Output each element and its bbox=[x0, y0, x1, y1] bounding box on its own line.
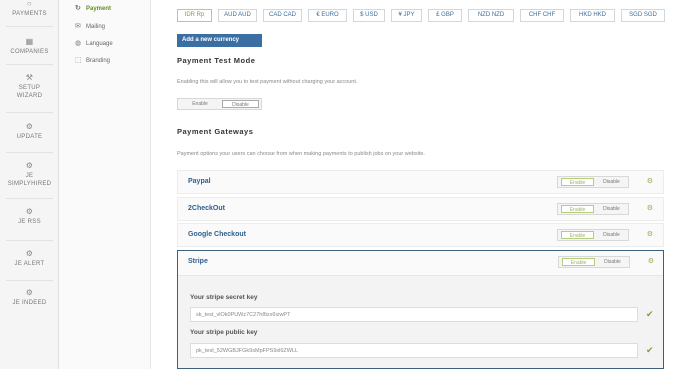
nav-payments[interactable]: ○ PAYMENTS bbox=[0, 0, 59, 18]
gateways-title: Payment Gateways bbox=[177, 127, 254, 136]
refresh-icon: ↻ bbox=[75, 5, 81, 12]
gateway-name: Stripe bbox=[188, 258, 208, 265]
nav-je-indeed[interactable]: ⚙ JE INDEED bbox=[0, 289, 59, 307]
nav-update[interactable]: ⚙ UPDATE bbox=[0, 123, 59, 141]
gateway-toggle[interactable]: Enable Disable bbox=[557, 203, 629, 215]
nav-divider bbox=[6, 280, 53, 281]
gear-icon[interactable]: ⚙ bbox=[647, 204, 653, 212]
gateway-enable-option[interactable]: Enable bbox=[561, 178, 594, 186]
nav-setup-wizard[interactable]: ⚒ SETUP WIZARD bbox=[0, 74, 59, 100]
gateway-disable-option[interactable]: Disable bbox=[596, 178, 627, 186]
subnav-item-language[interactable]: ◍ Language bbox=[75, 39, 113, 49]
gear-icon: ⚙ bbox=[25, 249, 34, 258]
nav-je-rss[interactable]: ⚙ JE RSS bbox=[0, 208, 59, 226]
gateway-disable-option[interactable]: Disable bbox=[596, 205, 627, 213]
currency-chip[interactable]: CHF CHF bbox=[520, 9, 564, 22]
gateway-disable-option[interactable]: Disable bbox=[597, 258, 628, 266]
gateway-toggle[interactable]: Enable Disable bbox=[558, 256, 630, 268]
nav-je-alert[interactable]: ⚙ JE ALERT bbox=[0, 250, 59, 268]
gateway-enable-option[interactable]: Enable bbox=[561, 231, 594, 239]
nav-payments-label: PAYMENTS bbox=[12, 11, 47, 17]
stripe-header: Stripe Enable Disable ⚙ bbox=[178, 251, 663, 276]
subnav-language-label: Language bbox=[86, 41, 113, 47]
gateway-enable-option[interactable]: Enable bbox=[561, 205, 594, 213]
test-mode-enable-option[interactable]: Enable bbox=[181, 100, 219, 108]
subnav-payment-label: Payment bbox=[86, 6, 112, 12]
nav-update-label: UPDATE bbox=[16, 134, 43, 140]
gateway-row-2checkout: 2CheckOut Enable Disable ⚙ bbox=[177, 197, 664, 221]
nav-divider bbox=[6, 64, 53, 65]
gear-icon[interactable]: ⚙ bbox=[647, 177, 653, 185]
gateway-toggle[interactable]: Enable Disable bbox=[557, 229, 629, 241]
gear-icon: ⚙ bbox=[25, 122, 34, 131]
checkmark-icon: ✔ bbox=[646, 309, 654, 319]
subnav-item-branding[interactable]: ⬚ Branding bbox=[75, 56, 110, 66]
gateway-name: Paypal bbox=[188, 178, 211, 185]
test-mode-toggle[interactable]: Enable Disable bbox=[177, 98, 262, 110]
currency-chip[interactable]: $ USD bbox=[353, 9, 385, 22]
left-nav: ○ PAYMENTS ▦ COMPANIES ⚒ SETUP WIZARD ⚙ … bbox=[0, 0, 59, 369]
gateway-row-stripe: Stripe Enable Disable ⚙ Your stripe secr… bbox=[177, 250, 664, 369]
circle-icon: ○ bbox=[26, 0, 33, 8]
nav-companies-label: COMPANIES bbox=[10, 49, 49, 55]
currency-chip[interactable]: CAD CAD bbox=[263, 9, 302, 22]
mail-icon: ✉ bbox=[75, 23, 81, 30]
branding-icon: ⬚ bbox=[75, 57, 82, 64]
subnav-item-payment[interactable]: ↻ Payment bbox=[75, 4, 111, 14]
gateways-description: Payment options your users can choose fr… bbox=[177, 151, 425, 157]
stripe-secret-input[interactable] bbox=[190, 307, 638, 322]
add-currency-button[interactable]: Add a new currency bbox=[177, 34, 262, 47]
main-content: IDR Rp AUD AUD CAD CAD € EURO $ USD ¥ JP… bbox=[151, 0, 680, 369]
nav-companies[interactable]: ▦ COMPANIES bbox=[0, 38, 59, 56]
test-mode-disable-option[interactable]: Disable bbox=[222, 100, 259, 108]
subnav-mailing-label: Mailing bbox=[86, 24, 106, 30]
nav-je-indeed-label: JE INDEED bbox=[12, 300, 47, 306]
currency-chip[interactable]: € EURO bbox=[308, 9, 347, 22]
gear-icon[interactable]: ⚙ bbox=[648, 257, 654, 265]
gateway-enable-option[interactable]: Enable bbox=[562, 258, 595, 266]
nav-divider bbox=[6, 26, 53, 27]
nav-setup-label: SETUP bbox=[18, 85, 41, 91]
gateway-toggle[interactable]: Enable Disable bbox=[557, 176, 629, 188]
stripe-secret-label: Your stripe secret key bbox=[190, 294, 258, 301]
nav-je-alert-label: JE ALERT bbox=[14, 261, 45, 267]
nav-je-label: JE bbox=[25, 173, 34, 179]
subnav-item-mailing[interactable]: ✉ Mailing bbox=[75, 22, 105, 32]
nav-simplyhired-label: SIMPLYHIRED bbox=[7, 181, 52, 187]
gateway-name: Google Checkout bbox=[188, 231, 246, 238]
gear-icon: ⚙ bbox=[25, 207, 34, 216]
nav-divider bbox=[6, 240, 53, 241]
test-mode-title: Payment Test Mode bbox=[177, 56, 256, 65]
currency-chip[interactable]: IDR Rp bbox=[177, 9, 212, 22]
checkmark-icon: ✔ bbox=[646, 345, 654, 355]
currency-chip[interactable]: HKD HKD bbox=[570, 9, 615, 22]
nav-wizard-label: WIZARD bbox=[16, 93, 43, 99]
nav-divider bbox=[6, 152, 53, 153]
nav-je-rss-label: JE RSS bbox=[18, 219, 41, 225]
nav-je-simplyhired[interactable]: ⚙ JE SIMPLYHIRED bbox=[0, 162, 59, 188]
gateway-row-paypal: Paypal Enable Disable ⚙ bbox=[177, 170, 664, 194]
stripe-public-label: Your stripe public key bbox=[190, 329, 258, 336]
subnav-branding-label: Branding bbox=[86, 58, 111, 64]
wrench-icon: ⚒ bbox=[25, 73, 34, 82]
nav-divider bbox=[6, 112, 53, 113]
currency-chip[interactable]: AUD AUD bbox=[218, 9, 257, 22]
currency-chip[interactable]: ¥ JPY bbox=[391, 9, 422, 22]
stripe-public-input[interactable] bbox=[190, 343, 638, 358]
currency-chip[interactable]: SGD SGD bbox=[621, 9, 665, 22]
gear-icon: ⚙ bbox=[25, 288, 34, 297]
gateway-row-google-checkout: Google Checkout Enable Disable ⚙ bbox=[177, 223, 664, 247]
gear-icon: ⚙ bbox=[25, 161, 34, 170]
globe-icon: ◍ bbox=[75, 40, 82, 47]
gear-icon[interactable]: ⚙ bbox=[647, 230, 653, 238]
settings-subnav: ↻ Payment ✉ Mailing ◍ Language ⬚ Branding bbox=[59, 0, 151, 369]
gateway-name: 2CheckOut bbox=[188, 205, 225, 212]
gateway-disable-option[interactable]: Disable bbox=[596, 231, 627, 239]
test-mode-description: Enabling this will allow you to test pay… bbox=[177, 79, 358, 85]
currency-chip[interactable]: NZD NZD bbox=[468, 9, 514, 22]
building-icon: ▦ bbox=[25, 37, 34, 46]
currency-chip[interactable]: £ GBP bbox=[428, 9, 462, 22]
nav-divider bbox=[6, 198, 53, 199]
